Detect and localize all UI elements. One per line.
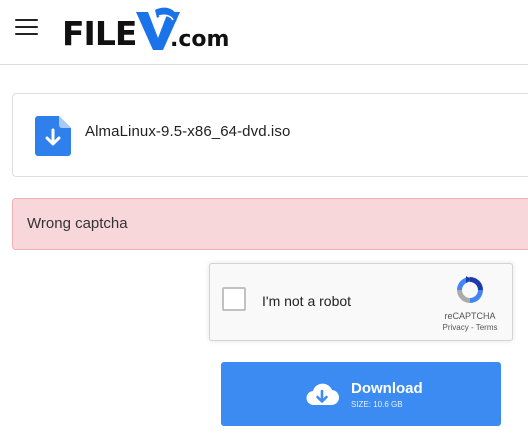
recaptcha-logo-icon — [457, 276, 483, 303]
cloud-download-icon — [306, 383, 339, 406]
download-size: SIZE: 10.6 GB — [351, 400, 403, 409]
download-label: Download — [351, 380, 423, 397]
menu-line — [15, 19, 38, 21]
recaptcha-privacy-link[interactable]: Privacy — [443, 323, 469, 332]
recaptcha-brand: reCAPTCHA — [444, 311, 496, 321]
site-logo[interactable]: FILE .com — [62, 6, 232, 54]
alert-message: Wrong captcha — [27, 215, 128, 232]
recaptcha-link-separator: - — [468, 323, 476, 332]
error-alert: Wrong captcha — [12, 198, 528, 250]
recaptcha-links: Privacy - Terms — [434, 323, 506, 332]
file-card: AlmaLinux-9.5-x86_64-dvd.iso — [12, 93, 528, 177]
logo-text-file: FILE — [62, 14, 137, 53]
recaptcha-widget: I'm not a robot reCAPTCHA Privacy - Term… — [209, 263, 513, 341]
menu-line — [15, 26, 38, 28]
recaptcha-checkbox[interactable] — [222, 287, 246, 311]
hamburger-menu-icon[interactable] — [15, 19, 38, 36]
logo-text-com: .com — [170, 27, 230, 52]
menu-line — [15, 33, 38, 35]
recaptcha-label: I'm not a robot — [262, 293, 352, 309]
site-header: FILE .com — [0, 0, 528, 65]
file-name: AlmaLinux-9.5-x86_64-dvd.iso — [85, 123, 291, 140]
file-download-icon — [35, 116, 71, 156]
recaptcha-terms-link[interactable]: Terms — [476, 323, 498, 332]
download-button[interactable]: Download SIZE: 10.6 GB — [221, 362, 501, 426]
